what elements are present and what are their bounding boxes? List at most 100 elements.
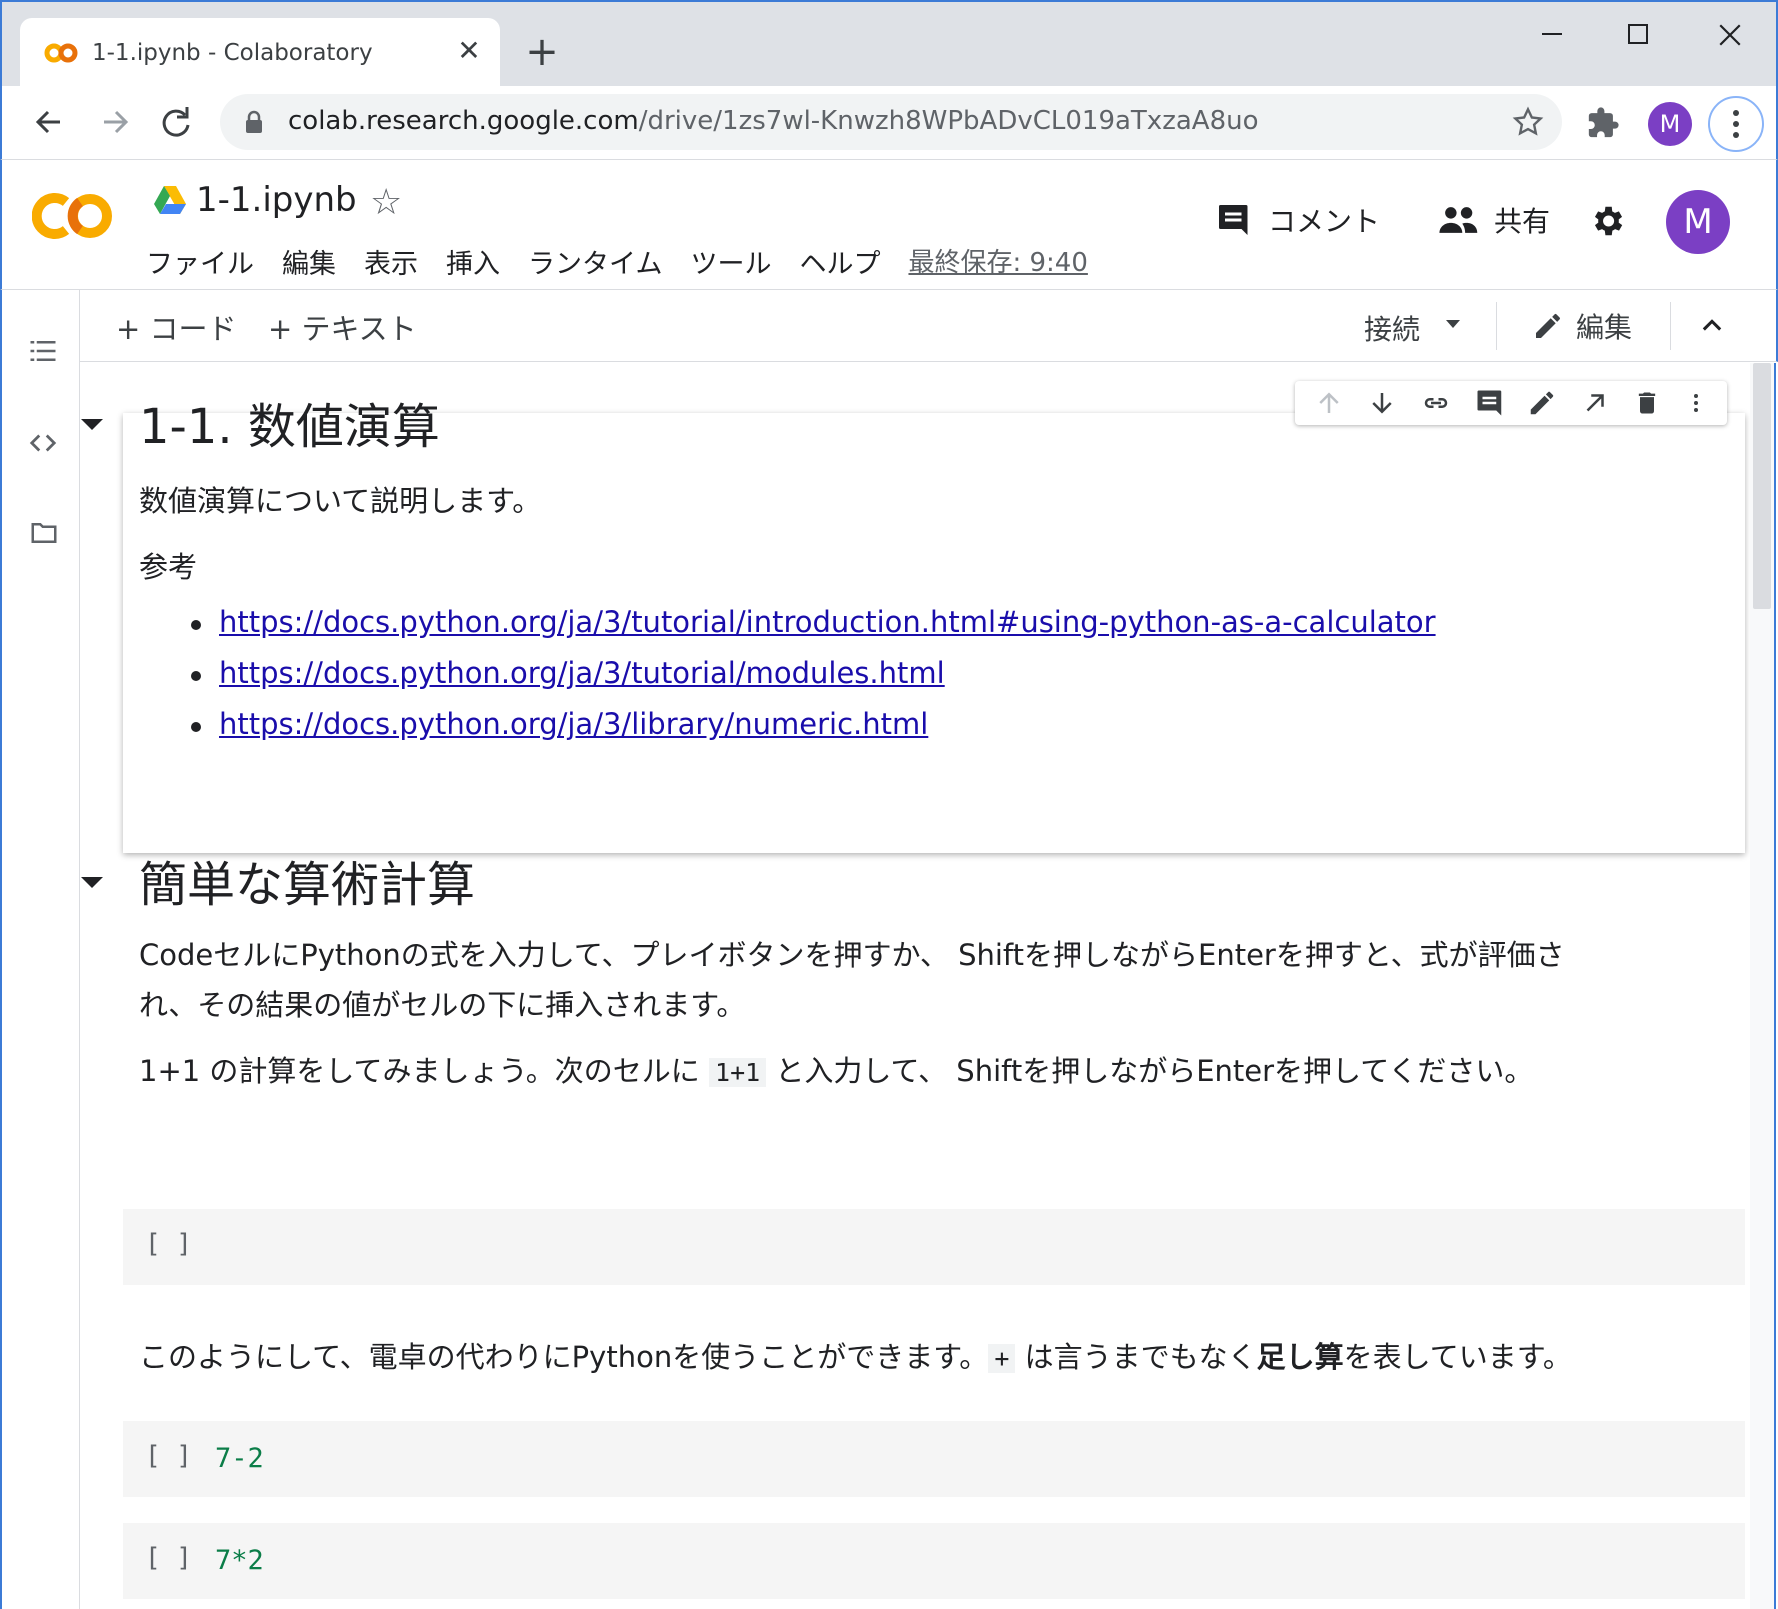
chevron-up-icon[interactable] bbox=[1698, 312, 1726, 340]
notebook-title[interactable]: 1-1.ipynb bbox=[196, 180, 357, 220]
link-icon[interactable] bbox=[1420, 388, 1452, 418]
back-arrow-icon[interactable] bbox=[26, 98, 74, 146]
notebook-content: 1-1. 数値演算 数値演算について説明します。 参考 https://docs… bbox=[81, 363, 1776, 1609]
comment-button[interactable]: コメント bbox=[1216, 200, 1380, 240]
run-cell-button[interactable]: [ ] bbox=[145, 1229, 192, 1259]
arith-paragraph-line2: れ、その結果の値がセルの下に挿入されます。 bbox=[139, 988, 746, 1022]
reference-link[interactable]: https://docs.python.org/ja/3/tutorial/in… bbox=[219, 605, 1436, 639]
comment-icon[interactable] bbox=[1475, 388, 1505, 418]
code-snippets-icon[interactable] bbox=[28, 428, 58, 458]
chevron-down-icon[interactable] bbox=[1444, 318, 1462, 330]
menu-runtime[interactable]: ランタイム bbox=[528, 242, 662, 281]
tab-close-icon[interactable]: ✕ bbox=[452, 34, 486, 68]
move-up-arrow-icon[interactable] bbox=[1314, 388, 1344, 418]
arith-paragraph-line1: CodeセルにPythonの式を入力して、プレイボタンを押すか、 Shiftを押… bbox=[139, 938, 1565, 972]
browser-tab[interactable]: 1-1.ipynb - Colaboratory ✕ bbox=[20, 18, 500, 88]
instruction-text: 1+1 の計算をしてみましょう。次のセルに bbox=[139, 1054, 710, 1088]
table-of-contents-icon[interactable] bbox=[28, 336, 58, 366]
arith-instruction: 1+1 の計算をしてみましょう。次のセルに 1+1 と入力して、 Shiftを押… bbox=[139, 1049, 1533, 1094]
move-down-arrow-icon[interactable] bbox=[1367, 388, 1397, 418]
add-code-button[interactable]: + コード bbox=[116, 306, 237, 348]
tab-title: 1-1.ipynb - Colaboratory bbox=[92, 40, 373, 66]
share-button[interactable]: 共有 bbox=[1438, 200, 1550, 240]
menu-tools[interactable]: ツール bbox=[690, 242, 771, 281]
scrollbar-thumb[interactable] bbox=[1753, 363, 1771, 609]
comment-label: コメント bbox=[1268, 205, 1381, 238]
account-avatar[interactable]: M bbox=[1666, 190, 1730, 254]
list-item: https://docs.python.org/ja/3/library/num… bbox=[191, 707, 1436, 758]
code-cell[interactable]: [ ] 7-2 bbox=[123, 1421, 1745, 1497]
section-collapse-caret-icon[interactable] bbox=[81, 419, 103, 430]
connect-button[interactable]: 接続 bbox=[1364, 308, 1420, 348]
menu-view[interactable]: 表示 bbox=[364, 242, 418, 281]
notebook-toolbar: + コード + テキスト 接続 編集 bbox=[80, 290, 1778, 362]
last-saved-link[interactable]: 最終保存: 9:40 bbox=[908, 242, 1087, 281]
left-sidebar bbox=[0, 290, 80, 1609]
code-cell[interactable]: [ ] bbox=[123, 1209, 1745, 1285]
delete-trash-icon[interactable] bbox=[1633, 388, 1661, 418]
browser-toolbar: colab.research.google.com/drive/1zs7wl-K… bbox=[0, 86, 1778, 160]
code-text[interactable]: 7*2 bbox=[215, 1545, 264, 1576]
browser-tabstrip: 1-1.ipynb - Colaboratory ✕ + bbox=[0, 0, 1778, 88]
menu-edit[interactable]: 編集 bbox=[282, 242, 336, 281]
heading-arithmetic: 簡単な算術計算 bbox=[139, 857, 476, 913]
reload-icon[interactable] bbox=[152, 98, 200, 146]
minimize-icon[interactable] bbox=[1522, 16, 1582, 56]
lock-icon bbox=[246, 110, 262, 133]
google-drive-icon bbox=[154, 186, 186, 214]
reference-link[interactable]: https://docs.python.org/ja/3/tutorial/mo… bbox=[219, 656, 945, 690]
share-label: 共有 bbox=[1494, 205, 1551, 238]
explanation-text: を表しています。 bbox=[1343, 1340, 1572, 1374]
open-in-new-arrow-icon[interactable] bbox=[1580, 388, 1610, 418]
inline-code: 1+1 bbox=[709, 1058, 767, 1087]
menu-file[interactable]: ファイル bbox=[146, 242, 254, 281]
colab-header: 1-1.ipynb ☆ ファイル 編集 表示 挿入 ランタイム ツール ヘルプ … bbox=[0, 160, 1778, 290]
code-text[interactable]: 7-2 bbox=[215, 1443, 264, 1474]
toolbar-divider bbox=[1496, 302, 1497, 350]
pencil-icon bbox=[1536, 313, 1560, 338]
add-text-button[interactable]: + テキスト bbox=[268, 306, 417, 348]
bold-text: 足し算 bbox=[1256, 1340, 1344, 1374]
new-tab-icon[interactable]: + bbox=[520, 32, 564, 76]
menu-bar: ファイル 編集 表示 挿入 ランタイム ツール ヘルプ 最終保存: 9:40 bbox=[146, 242, 1088, 281]
heading-intro: 1-1. 数値演算 bbox=[139, 399, 440, 455]
instruction-text: と入力して、 Shiftを押しながらEnterを押してください。 bbox=[766, 1054, 1534, 1088]
vertical-scrollbar[interactable] bbox=[1750, 363, 1774, 1609]
reference-label: 参考 bbox=[139, 550, 198, 584]
list-item: https://docs.python.org/ja/3/tutorial/mo… bbox=[191, 656, 1436, 707]
url-text: colab.research.google.com/drive/1zs7wl-K… bbox=[288, 106, 1259, 136]
maximize-icon[interactable] bbox=[1608, 16, 1668, 56]
files-folder-icon[interactable] bbox=[28, 518, 60, 548]
people-icon bbox=[1439, 207, 1478, 233]
section-collapse-caret-icon[interactable] bbox=[81, 877, 103, 888]
address-bar[interactable]: colab.research.google.com/drive/1zs7wl-K… bbox=[220, 94, 1562, 150]
run-cell-button[interactable]: [ ] bbox=[145, 1441, 192, 1471]
comment-icon bbox=[1219, 205, 1248, 235]
menu-help[interactable]: ヘルプ bbox=[799, 242, 880, 281]
colab-logo-icon[interactable] bbox=[32, 190, 116, 242]
code-cell[interactable]: [ ] 7*2 bbox=[123, 1523, 1745, 1599]
intro-description: 数値演算について説明します。 bbox=[139, 484, 542, 518]
extensions-puzzle-icon[interactable] bbox=[1586, 106, 1620, 140]
star-icon[interactable]: ☆ bbox=[370, 182, 402, 223]
reference-link[interactable]: https://docs.python.org/ja/3/library/num… bbox=[219, 707, 928, 741]
settings-gear-icon[interactable] bbox=[1588, 202, 1626, 240]
reference-links: https://docs.python.org/ja/3/tutorial/in… bbox=[191, 605, 1436, 758]
run-cell-button[interactable]: [ ] bbox=[145, 1543, 192, 1573]
more-vert-icon[interactable] bbox=[1684, 388, 1708, 418]
edit-label: 編集 bbox=[1576, 311, 1633, 344]
browser-menu-icon[interactable] bbox=[1708, 96, 1764, 152]
list-item: https://docs.python.org/ja/3/tutorial/in… bbox=[191, 605, 1436, 656]
menu-insert[interactable]: 挿入 bbox=[446, 242, 500, 281]
toolbar-divider bbox=[1670, 302, 1671, 350]
edit-mode-button[interactable]: 編集 bbox=[1532, 306, 1632, 346]
inline-code: + bbox=[988, 1344, 1016, 1373]
browser-profile-avatar[interactable]: M bbox=[1648, 102, 1692, 146]
forward-arrow-icon[interactable] bbox=[90, 98, 138, 146]
window-close-icon[interactable] bbox=[1700, 16, 1760, 56]
colab-favicon-icon bbox=[44, 43, 78, 63]
explanation-text: このようにして、電卓の代わりにPythonを使うことができます。 bbox=[139, 1340, 989, 1374]
pencil-icon[interactable] bbox=[1527, 388, 1557, 418]
cell-toolbar bbox=[1295, 381, 1727, 425]
bookmark-star-icon[interactable] bbox=[1512, 106, 1544, 138]
